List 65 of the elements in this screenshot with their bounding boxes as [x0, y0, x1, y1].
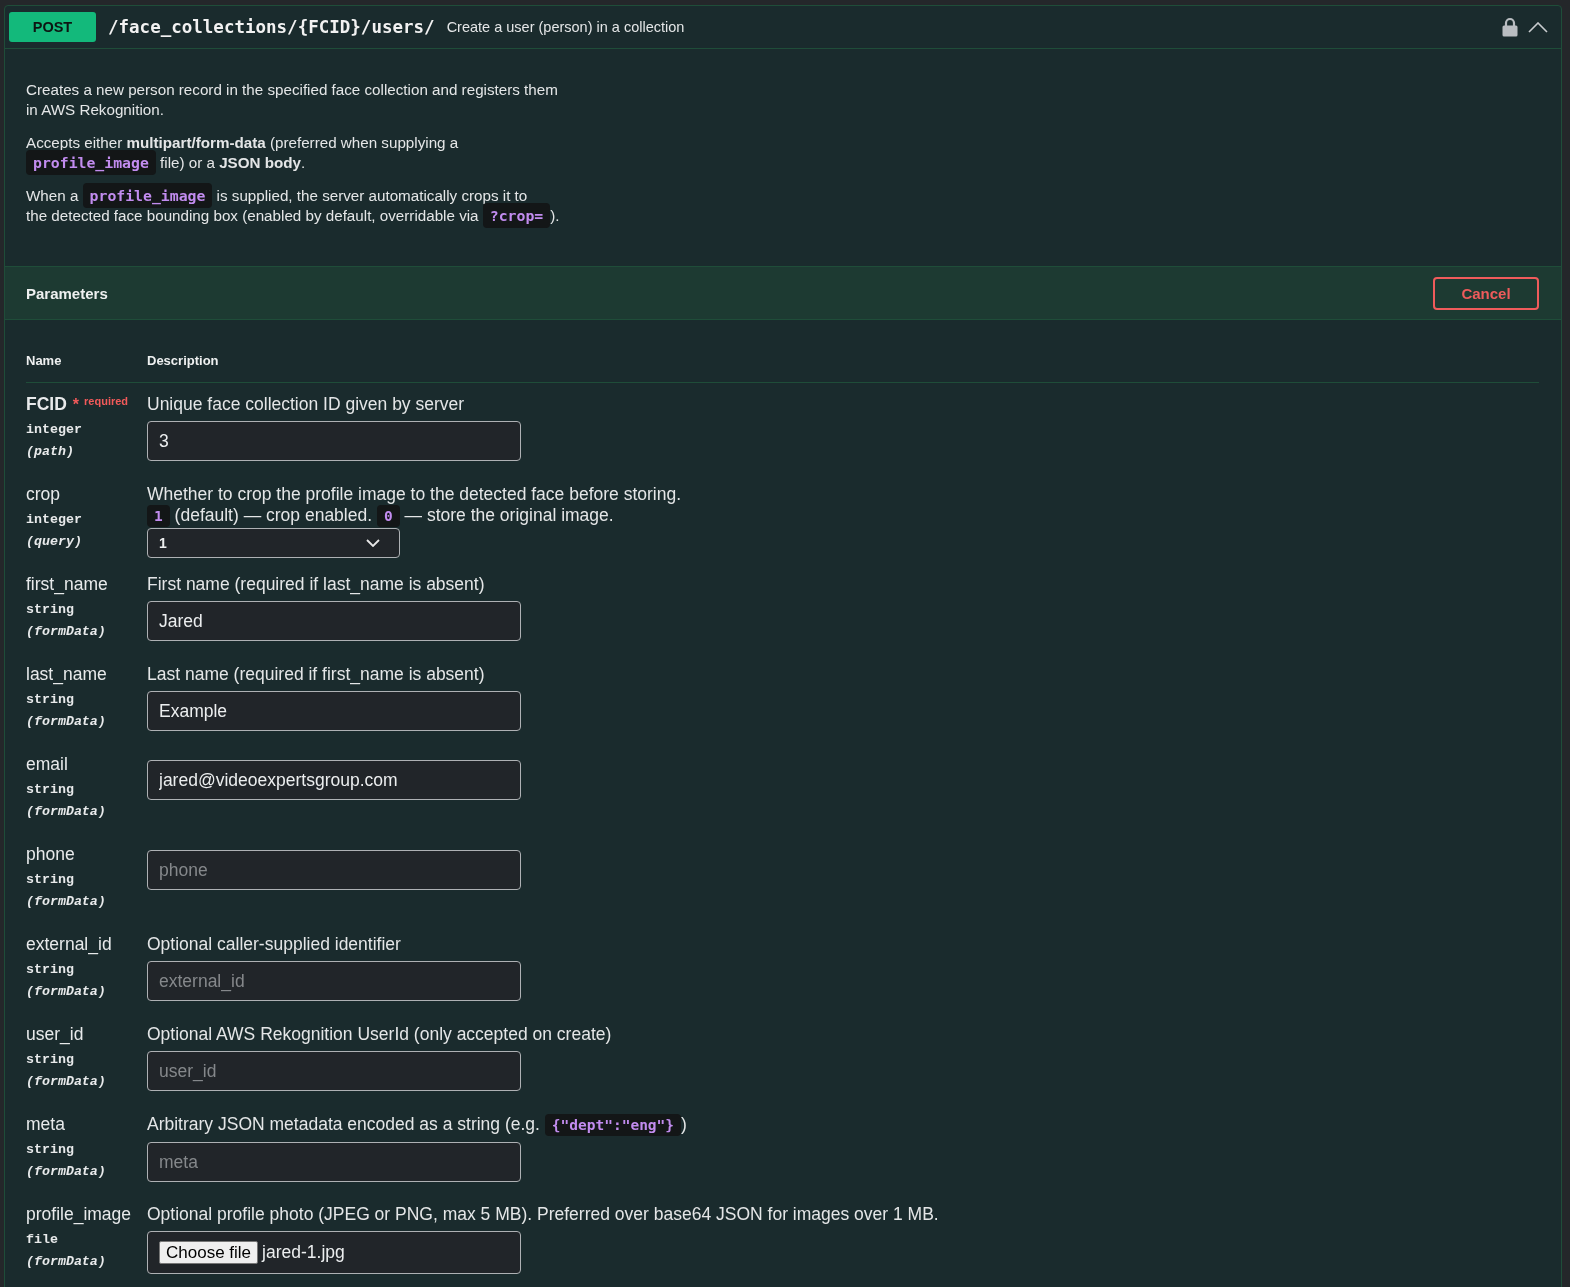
parameter-location: (formData) [26, 1163, 107, 1181]
section-title: Parameters [26, 284, 108, 302]
text-input[interactable]: external_id [147, 961, 521, 1001]
required-asterisk: * [72, 395, 80, 415]
parameter-name: meta [26, 1114, 65, 1135]
file-field[interactable]: Choose file jared-1.jpg [147, 1231, 521, 1274]
text-input[interactable]: jared@videoexpertsgroup.com [147, 760, 521, 800]
parameter-location: (formData) [26, 713, 107, 731]
parameter-type: string [26, 961, 75, 979]
parameter-location: (query) [26, 533, 83, 551]
parameter-name: last_name [26, 664, 107, 685]
parameter-location: (formData) [26, 983, 107, 1001]
select-field[interactable]: 1 [147, 528, 400, 558]
parameter-type: integer [26, 421, 83, 439]
endpoint-path: /face_collections/{FCID}/users/ [108, 17, 435, 37]
method-badge: POST [9, 12, 96, 42]
parameter-type: string [26, 691, 75, 709]
parameter-type: file [26, 1231, 59, 1249]
chevron-up-icon[interactable] [1528, 21, 1548, 33]
column-header: Name [26, 353, 63, 369]
text-input[interactable]: Jared [147, 601, 521, 641]
chevron-down-icon [366, 539, 380, 547]
parameter-type: integer [26, 511, 83, 529]
parameter-name: first_name [26, 574, 108, 595]
endpoint-summary: Create a user (person) in a collection [446, 19, 685, 35]
text-input[interactable]: user_id [147, 1051, 521, 1091]
parameter-location: (formData) [26, 893, 107, 911]
parameter-name: external_id [26, 934, 112, 955]
parameter-type: string [26, 871, 75, 889]
parameter-type: string [26, 1051, 75, 1069]
parameter-location: (formData) [26, 1073, 107, 1091]
parameter-description: Optional caller-supplied identifier [147, 934, 402, 955]
description-paragraph: Creates a new person record in the specified face collection and registers them in AWS Rekognition. [26, 80, 559, 120]
parameter-name: crop [26, 484, 61, 505]
parameter-type: string [26, 601, 75, 619]
cancel-button[interactable]: Cancel [1433, 276, 1539, 310]
parameter-name: profile_image [26, 1204, 132, 1225]
parameter-name: user_id [26, 1024, 84, 1045]
parameter-description: Unique face collection ID given by server [147, 394, 466, 415]
parameter-location: (formData) [26, 1253, 107, 1271]
parameter-description: Last name (required if first_name is absent) [147, 664, 486, 685]
required-label: required [84, 395, 129, 408]
parameter-description: Optional AWS Rekognition UserId (only accepted on create) [147, 1024, 613, 1045]
parameter-location: (formData) [26, 623, 107, 641]
parameter-description: Arbitrary JSON metadata encoded as a string (e.g. {"dept":"eng"} ) [147, 1114, 688, 1136]
parameter-description: First name (required if last_name is absent) [147, 574, 486, 595]
parameter-type: string [26, 781, 75, 799]
file-name: jared-1.jpg [262, 1242, 345, 1263]
parameter-location: (path) [26, 443, 75, 461]
text-input[interactable]: Example [147, 691, 521, 731]
choose-file-button[interactable]: Choose file [159, 1241, 259, 1264]
text-input[interactable]: 3 [147, 421, 521, 461]
lock-icon[interactable] [1502, 17, 1518, 37]
parameter-name: FCID [26, 394, 67, 415]
parameter-location: (formData) [26, 803, 107, 821]
text-input[interactable]: phone [147, 850, 521, 890]
text-input[interactable]: meta [147, 1142, 521, 1182]
description-paragraph: Accepts either multipart/form-data (preferred when supplying a profile_image file) or a JSON body. [26, 133, 586, 173]
parameter-name: email [26, 754, 68, 775]
parameter-description: Whether to crop the profile image to the detected face before storing. 1 (default) — crop enabled. 0 — store the original image. [147, 484, 683, 527]
parameter-name: phone [26, 844, 75, 865]
parameter-description: Optional profile photo (JPEG or PNG, max 5 MB). Preferred over base64 JSON for images over 1 MB. [147, 1204, 940, 1225]
column-header: Description [147, 353, 219, 369]
parameter-type: string [26, 1141, 75, 1159]
description-paragraph: When a profile_image is supplied, the server automatically crops it to the detected face bounding box (enabled by default, overridable via ?crop= ). [26, 186, 586, 226]
